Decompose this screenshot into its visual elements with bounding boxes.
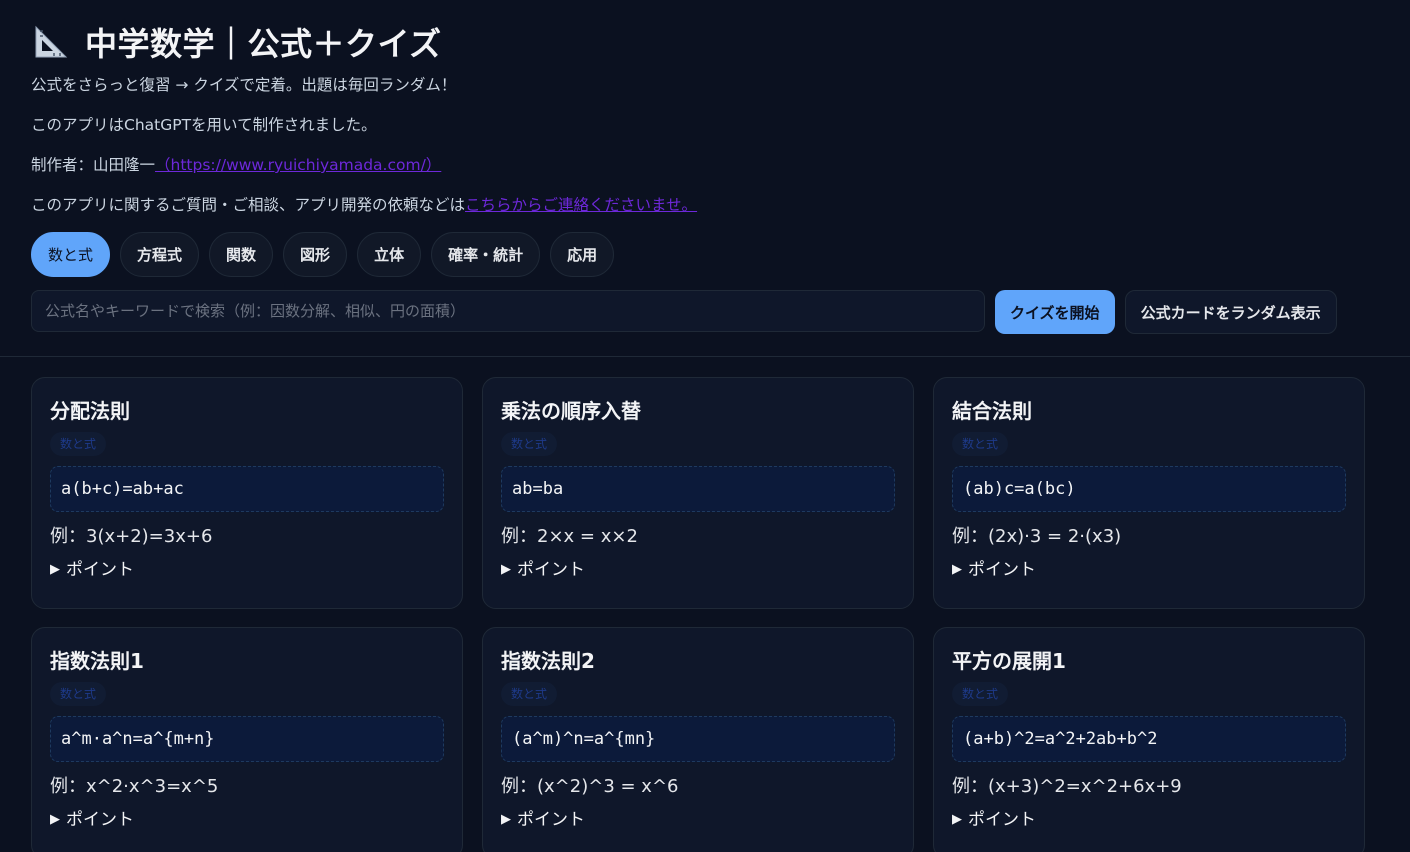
formula-card: 指数法則1 数と式 a^m·a^n=a^{m+n} 例：x^2·x^3=x^5 …	[31, 627, 463, 852]
card-title: 平方の展開1	[952, 649, 1066, 673]
random-card-button[interactable]: 公式カードをランダム表示	[1124, 290, 1337, 334]
formula-box: a^m·a^n=a^{m+n}	[50, 716, 444, 762]
caret-right-icon: ▶	[501, 812, 511, 827]
caret-right-icon: ▶	[952, 812, 962, 827]
header: 中学数学｜公式＋クイズ 公式をさらっと復習 → クイズで定着。出題は毎回ランダム…	[0, 0, 1410, 357]
point-label: ポイント	[968, 810, 1036, 830]
caret-right-icon: ▶	[50, 562, 60, 577]
formula-box: (a+b)^2=a^2+2ab+b^2	[952, 716, 1346, 762]
point-label: ポイント	[517, 810, 585, 830]
point-toggle[interactable]: ▶ ポイント	[501, 807, 895, 833]
category-badge: 数と式	[952, 432, 1009, 456]
formula-card-grid: 分配法則 数と式 a(b+c)=ab+ac 例：3(x+2)=3x+6 ▶ ポイン…	[0, 357, 1410, 852]
example-text: 例：(2x)·3 = 2·(x3)	[952, 526, 1122, 547]
formula-box: (a^m)^n=a^{mn}	[501, 716, 895, 762]
point-label: ポイント	[517, 560, 585, 580]
tab-applications[interactable]: 応用	[550, 232, 615, 277]
caret-right-icon: ▶	[50, 812, 60, 827]
category-badge: 数と式	[50, 432, 107, 456]
tab-solids[interactable]: 立体	[357, 232, 422, 277]
author-link[interactable]: （https://www.ryuichiyamada.com/）	[155, 156, 441, 174]
credit-text: このアプリはChatGPTを用いて制作されました。	[31, 116, 377, 134]
point-label: ポイント	[66, 810, 134, 830]
example-text: 例：2×x = x×2	[501, 526, 638, 547]
formula-box: a(b+c)=ab+ac	[50, 466, 444, 512]
point-toggle[interactable]: ▶ ポイント	[952, 557, 1346, 583]
tab-functions[interactable]: 関数	[209, 232, 274, 277]
formula-box: ab=ba	[501, 466, 895, 512]
card-title: 指数法則2	[501, 649, 595, 673]
card-title: 乗法の順序入替	[501, 399, 641, 423]
card-title: 分配法則	[50, 399, 130, 423]
formula-card: 平方の展開1 数と式 (a+b)^2=a^2+2ab+b^2 例：(x+3)^2…	[933, 627, 1365, 852]
category-tabs: 数と式 方程式 関数 図形 立体 確率・統計 応用	[31, 232, 1379, 278]
formula-box: (ab)c=a(bc)	[952, 466, 1346, 512]
formula-card: 分配法則 数と式 a(b+c)=ab+ac 例：3(x+2)=3x+6 ▶ ポイン…	[31, 377, 463, 609]
point-toggle[interactable]: ▶ ポイント	[50, 557, 444, 583]
point-label: ポイント	[66, 560, 134, 580]
author-prefix: 制作者：山田隆一	[31, 156, 156, 174]
search-input[interactable]	[31, 290, 985, 332]
example-text: 例：(x+3)^2=x^2+6x+9	[952, 776, 1182, 797]
contact-prefix: このアプリに関するご質問・ご相談、アプリ開発の依頼などは	[31, 196, 466, 214]
point-toggle[interactable]: ▶ ポイント	[50, 807, 444, 833]
author-line: 制作者：山田隆一（https://www.ryuichiyamada.com/）	[31, 150, 1379, 180]
tab-geometry[interactable]: 図形	[283, 232, 348, 277]
example-text: 例：(x^2)^3 = x^6	[501, 776, 679, 797]
triangle-ruler-icon	[31, 22, 71, 62]
example-text: 例：x^2·x^3=x^5	[50, 776, 219, 797]
point-toggle[interactable]: ▶ ポイント	[952, 807, 1346, 833]
point-label: ポイント	[968, 560, 1036, 580]
card-title: 結合法則	[952, 399, 1032, 423]
contact-line: このアプリに関するご質問・ご相談、アプリ開発の依頼などはこちらからご連絡ください…	[31, 190, 1379, 220]
point-toggle[interactable]: ▶ ポイント	[501, 557, 895, 583]
formula-card: 乗法の順序入替 数と式 ab=ba 例：2×x = x×2 ▶ ポイント	[482, 377, 914, 609]
contact-link[interactable]: こちらからご連絡くださいませ。	[465, 196, 697, 214]
formula-card: 結合法則 数と式 (ab)c=a(bc) 例：(2x)·3 = 2·(x3) ▶…	[933, 377, 1365, 609]
title-row: 中学数学｜公式＋クイズ	[31, 20, 1379, 64]
tab-number-expression[interactable]: 数と式	[31, 232, 111, 277]
card-title: 指数法則1	[50, 649, 144, 673]
example-text: 例：3(x+2)=3x+6	[50, 526, 213, 547]
subtitle: 公式をさらっと復習 → クイズで定着。出題は毎回ランダム！	[31, 76, 457, 94]
start-quiz-button[interactable]: クイズを開始	[995, 290, 1115, 334]
tab-probability-statistics[interactable]: 確率・統計	[431, 232, 541, 277]
caret-right-icon: ▶	[501, 562, 511, 577]
category-badge: 数と式	[501, 682, 558, 706]
category-badge: 数と式	[952, 682, 1009, 706]
tab-equations[interactable]: 方程式	[120, 232, 200, 277]
search-row: クイズを開始 公式カードをランダム表示	[31, 290, 1379, 334]
category-badge: 数と式	[501, 432, 558, 456]
caret-right-icon: ▶	[952, 562, 962, 577]
formula-card: 指数法則2 数と式 (a^m)^n=a^{mn} 例：(x^2)^3 = x^6…	[482, 627, 914, 852]
category-badge: 数と式	[50, 682, 107, 706]
page-title: 中学数学｜公式＋クイズ	[85, 25, 442, 63]
